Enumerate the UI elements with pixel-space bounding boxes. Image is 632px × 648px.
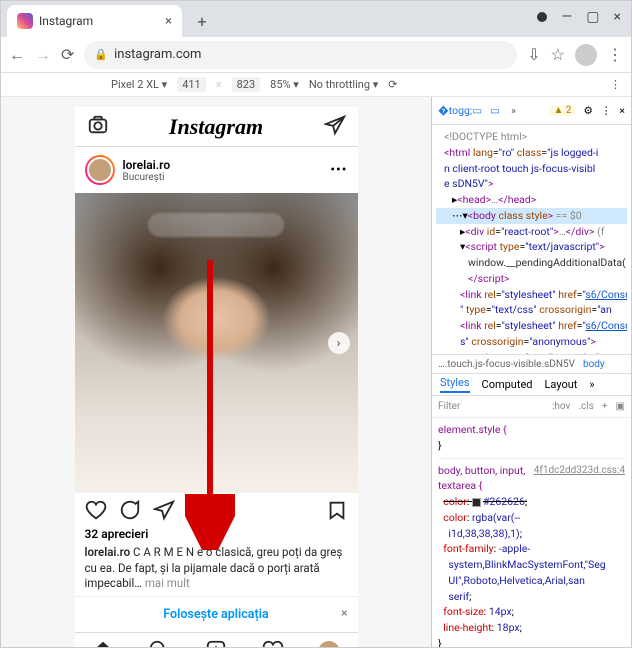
profile-avatar[interactable] <box>575 44 597 66</box>
post-more-icon[interactable]: ••• <box>330 162 347 178</box>
cls-toggle[interactable]: .cls <box>578 401 593 412</box>
device-selector[interactable]: Pixel 2 XL ▾ <box>111 78 167 91</box>
close-tab-icon[interactable]: × <box>165 14 172 29</box>
nav-profile-avatar[interactable] <box>318 641 340 647</box>
post-actions <box>75 493 358 527</box>
elements-tree[interactable]: <!DOCTYPE html> <html lang="ro" class="j… <box>432 125 631 354</box>
settings-icon[interactable]: ⚙ <box>583 104 592 117</box>
use-app-banner[interactable]: Folosește aplicația × <box>75 596 358 632</box>
bookmark-icon[interactable]: ☆ <box>551 45 565 64</box>
save-icon[interactable] <box>326 499 348 525</box>
styles-tabs: Styles Computed Layout » <box>432 374 631 396</box>
maximize-button[interactable]: ▢ <box>586 9 599 25</box>
devtools-close-icon[interactable]: × <box>619 104 625 117</box>
next-photo-button[interactable]: › <box>328 332 350 354</box>
menu-icon[interactable]: ⋮ <box>607 45 623 64</box>
breadcrumb[interactable]: ….touch.js-focus-visible.sDN5V body <box>432 354 631 374</box>
selected-body-node[interactable]: ⋯▾<body class style> == $0 <box>436 208 627 224</box>
tab-bar: Instagram × + — ▢ × <box>1 1 631 37</box>
address-bar: ← → ⟳ 🔒 instagram.com ⇩ ☆ ⋮ <box>1 37 631 73</box>
device-menu-icon[interactable]: ⋮ <box>610 78 621 91</box>
styles-more[interactable]: » <box>589 378 594 391</box>
devtools-panel: �togg;▭ ▭ » ▲ 2 ⚙ ⋮ × <!DOCTYPE html> <h… <box>431 97 631 647</box>
zoom-selector[interactable]: 85% ▾ <box>270 78 299 91</box>
styles-filter-bar: Filter :hov .cls + ▣ <box>432 396 631 418</box>
layout-tab[interactable]: Layout <box>545 378 578 391</box>
rotate-icon[interactable]: ⟳ <box>388 78 397 91</box>
new-rule-button[interactable]: + <box>602 401 608 412</box>
elements-tab-more[interactable]: » <box>508 102 519 119</box>
post-username[interactable]: lorelai.ro <box>123 158 171 172</box>
minimize-button[interactable]: — <box>561 9 572 25</box>
camera-icon[interactable] <box>87 114 109 140</box>
comment-icon[interactable] <box>119 499 141 525</box>
lock-icon: 🔒 <box>94 48 108 61</box>
close-window-button[interactable]: × <box>614 9 621 25</box>
post-location[interactable]: București <box>123 172 171 183</box>
new-post-icon[interactable] <box>205 639 227 647</box>
bottom-nav <box>75 632 358 647</box>
device-toolbar: Pixel 2 XL ▾ 411 × 823 85% ▾ No throttli… <box>1 73 631 97</box>
post-caption: lorelai.ro C A R M E N e o clasică, greu… <box>75 545 358 596</box>
banner-close-icon[interactable]: × <box>341 606 347 620</box>
viewport-width[interactable]: 411 <box>177 77 206 92</box>
banner-text[interactable]: Folosește aplicația <box>163 607 268 622</box>
new-tab-button[interactable]: + <box>188 7 216 35</box>
styles-tab[interactable]: Styles <box>440 376 470 393</box>
caption-more[interactable]: mai mult <box>145 576 190 590</box>
messages-icon[interactable] <box>324 114 346 140</box>
computed-tab[interactable]: Computed <box>482 378 533 391</box>
share-icon[interactable] <box>153 499 175 525</box>
warnings-badge[interactable]: ▲ 2 <box>549 105 575 116</box>
install-icon[interactable]: ⇩ <box>527 45 540 64</box>
instagram-header: Instagram <box>75 107 358 147</box>
activity-icon[interactable] <box>262 639 284 647</box>
post-header: lorelai.ro București ••• <box>75 147 358 193</box>
device-toggle-icon[interactable]: ▭ <box>490 104 500 117</box>
devtools-menu-icon[interactable]: ⋮ <box>601 104 612 117</box>
devtools-tabs: �togg;▭ ▭ » ▲ 2 ⚙ ⋮ × <box>432 97 631 125</box>
styles-pin-icon[interactable]: ▣ <box>616 401 625 412</box>
instagram-favicon <box>17 13 33 29</box>
home-icon[interactable] <box>92 639 114 647</box>
user-avatar[interactable] <box>85 155 115 185</box>
instagram-logo: Instagram <box>169 114 263 140</box>
tab-title: Instagram <box>39 14 159 28</box>
post-image[interactable]: › <box>75 193 358 493</box>
hov-toggle[interactable]: :hov <box>552 401 570 412</box>
window-controls: — ▢ × <box>537 1 631 33</box>
styles-pane[interactable]: element.style {} 4f1dc2dd323d.css:4 body… <box>432 418 631 647</box>
throttle-selector[interactable]: No throttling ▾ <box>309 78 378 91</box>
record-indicator <box>537 12 547 22</box>
like-icon[interactable] <box>85 499 107 525</box>
likes-count[interactable]: 32 aprecieri <box>75 527 358 545</box>
viewport-height[interactable]: 823 <box>232 77 261 92</box>
back-button[interactable]: ← <box>9 45 25 65</box>
filter-input[interactable]: Filter <box>438 401 460 412</box>
inspect-icon[interactable]: �togg;▭ <box>438 104 482 117</box>
browser-tab[interactable]: Instagram × <box>7 5 182 37</box>
reload-button[interactable]: ⟳ <box>61 45 74 64</box>
device-viewport: Instagram lorelai.ro București ••• › <box>1 97 431 647</box>
url-text: instagram.com <box>114 47 201 62</box>
url-field[interactable]: 🔒 instagram.com <box>84 41 517 69</box>
forward-button: → <box>35 45 51 65</box>
search-icon[interactable] <box>148 639 170 647</box>
caption-username[interactable]: lorelai.ro <box>85 545 131 559</box>
